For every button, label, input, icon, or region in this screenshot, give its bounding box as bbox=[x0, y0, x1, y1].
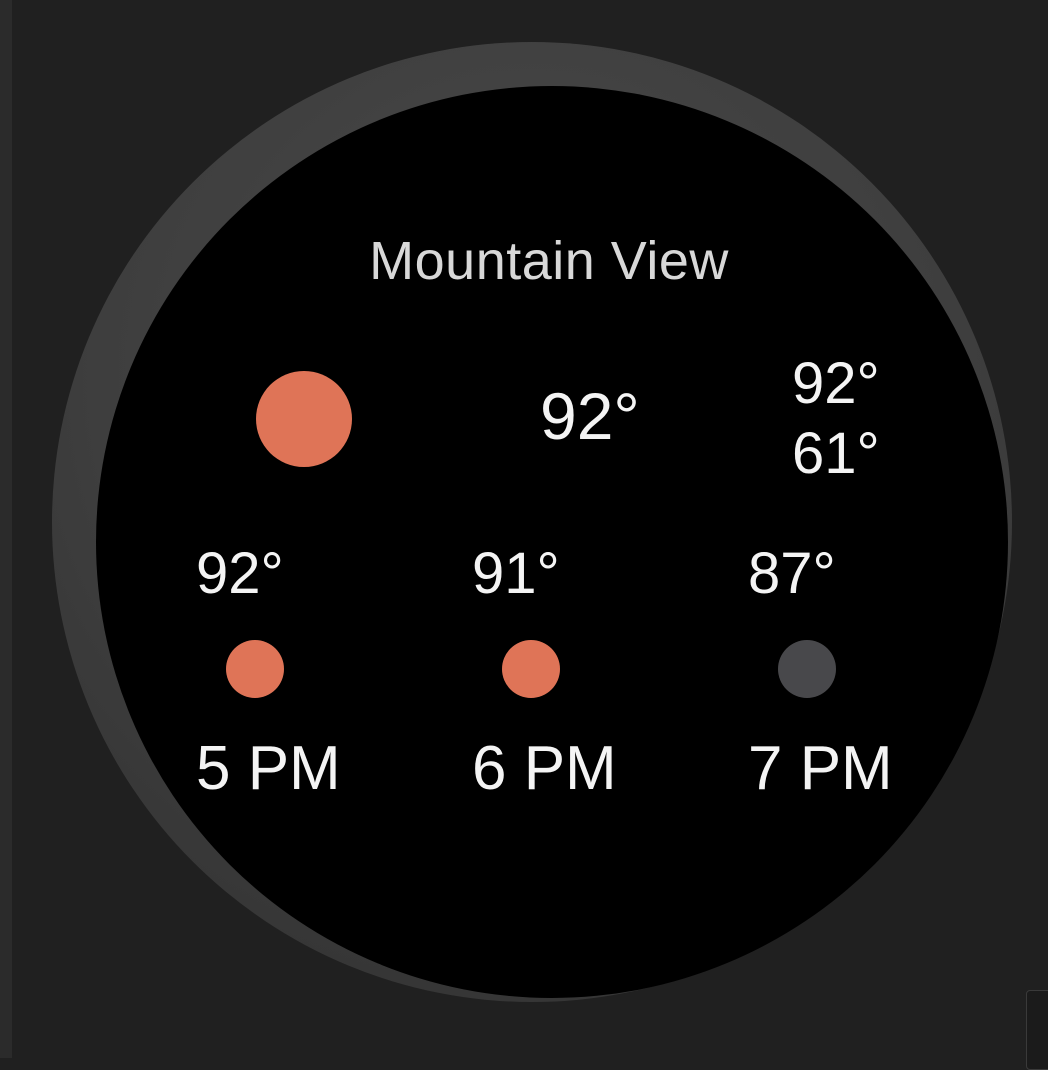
cloud-icon bbox=[778, 640, 836, 698]
hourly-temperature: 87° bbox=[748, 541, 836, 606]
hourly-temperature: 92° bbox=[196, 541, 284, 606]
sun-icon bbox=[502, 640, 560, 698]
location-label: Mountain View bbox=[369, 231, 729, 291]
low-temperature: 61° bbox=[792, 421, 880, 486]
hourly-time: 7 PM bbox=[748, 734, 893, 803]
sun-icon bbox=[226, 640, 284, 698]
high-temperature: 92° bbox=[792, 351, 880, 416]
hourly-temperature: 91° bbox=[472, 541, 560, 606]
left-panel-edge bbox=[0, 0, 12, 1058]
current-temperature: 92° bbox=[540, 379, 640, 453]
corner-control-button[interactable] bbox=[1026, 990, 1048, 1070]
hourly-time: 6 PM bbox=[472, 734, 617, 803]
sun-icon bbox=[256, 371, 352, 467]
hourly-time: 5 PM bbox=[196, 734, 341, 803]
